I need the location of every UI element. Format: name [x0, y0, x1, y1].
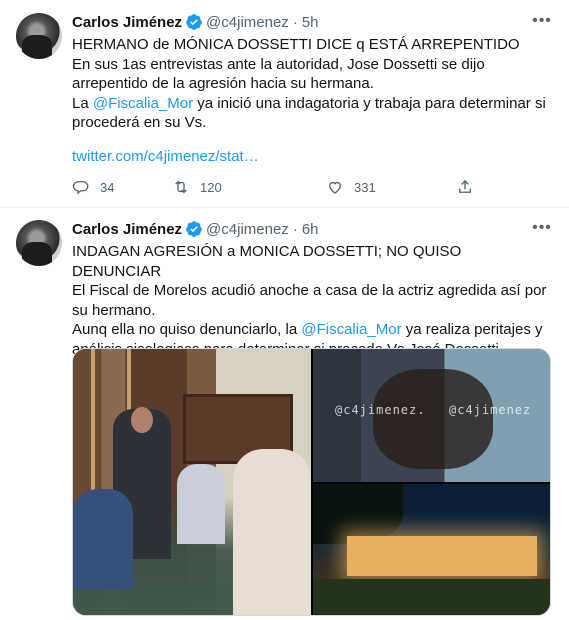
- retweet-button[interactable]: 120: [172, 178, 222, 196]
- reply-icon: [72, 181, 89, 195]
- house-shape: [347, 536, 537, 576]
- tweet-line: El Fiscal de Morelos acudió anoche a cas…: [72, 282, 547, 319]
- retweet-icon: [175, 180, 187, 194]
- verified-badge-icon: [186, 221, 202, 237]
- media-photo-blurred[interactable]: @c4jimenez. @c4jimenez: [313, 349, 550, 482]
- avatar[interactable]: [16, 220, 62, 266]
- separator-dot: ·: [292, 13, 298, 31]
- more-dots-icon[interactable]: •••: [532, 12, 551, 30]
- tweet-header: Carlos Jiménez @c4jimenez · 5h: [72, 12, 319, 32]
- watermark-text: @c4jimenez: [449, 403, 532, 417]
- action-bar: 34 120 331: [72, 178, 492, 198]
- author-handle[interactable]: @c4jimenez: [206, 14, 289, 31]
- tweet-header: Carlos Jiménez @c4jimenez · 6h: [72, 219, 319, 239]
- author-name[interactable]: Carlos Jiménez: [72, 221, 182, 238]
- like-button[interactable]: 331: [326, 178, 376, 196]
- like-count: 331: [354, 179, 376, 195]
- tweet[interactable]: Carlos Jiménez @c4jimenez · 5h ••• HERMA…: [0, 0, 569, 208]
- mention-link[interactable]: @Fiscalia_Mor: [93, 95, 193, 112]
- retweet-count: 120: [200, 179, 222, 195]
- person-shape: [177, 464, 225, 544]
- person-shape: [73, 489, 133, 589]
- media-photo-interior[interactable]: [73, 349, 311, 615]
- lawn-shape: [313, 579, 550, 615]
- tree-shape: [313, 484, 403, 544]
- media-photo-night-house[interactable]: [313, 484, 550, 615]
- text-segment: Aunq ella no quiso denunciarlo, la: [72, 321, 302, 338]
- person-shape: [233, 449, 311, 615]
- tweet-line: La @Fiscalia_Mor ya inició una indagator…: [72, 94, 553, 133]
- heart-icon: [329, 181, 341, 194]
- tweet-text: HERMANO de MÓNICA DOSSETTI DICE q ESTÁ A…: [72, 35, 553, 133]
- share-button[interactable]: [456, 178, 484, 196]
- tweet-line: HERMANO de MÓNICA DOSSETTI DICE q ESTÁ A…: [72, 36, 520, 53]
- timestamp[interactable]: 6h: [302, 221, 319, 238]
- author-handle[interactable]: @c4jimenez: [206, 221, 289, 238]
- reply-button[interactable]: 34: [72, 178, 114, 196]
- tweet-text: INDAGAN AGRESIÓN a MONICA DOSSETTI; NO Q…: [72, 242, 553, 359]
- separator-dot: ·: [292, 220, 298, 238]
- more-dots-icon[interactable]: •••: [532, 219, 551, 237]
- author-name[interactable]: Carlos Jiménez: [72, 14, 182, 31]
- avatar[interactable]: [16, 13, 62, 59]
- media-grid: @c4jimenez. @c4jimenez: [72, 348, 551, 616]
- text-segment: La: [72, 94, 93, 112]
- verified-badge-icon: [186, 14, 202, 30]
- share-icon: [459, 180, 471, 193]
- blurred-figure-shape: [373, 369, 493, 469]
- timestamp[interactable]: 5h: [302, 14, 319, 31]
- tweet-url-link[interactable]: twitter.com/c4jimenez/stat…: [72, 148, 259, 165]
- watermark-text: @c4jimenez.: [335, 403, 426, 417]
- tweet-line: INDAGAN AGRESIÓN a MONICA DOSSETTI; NO Q…: [72, 243, 462, 280]
- tweet-line: En sus 1as entrevistas ante la autoridad…: [72, 55, 485, 93]
- reply-count: 34: [100, 179, 115, 195]
- tweet[interactable]: Carlos Jiménez @c4jimenez · 6h ••• INDAG…: [0, 208, 569, 620]
- person-head-shape: [131, 407, 153, 433]
- mention-link[interactable]: @Fiscalia_Mor: [301, 321, 401, 338]
